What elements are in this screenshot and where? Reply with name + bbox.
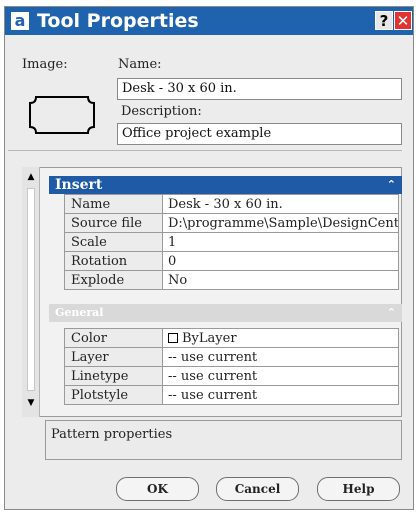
table-row: Plotstyle -- use current [64,385,399,405]
ok-button[interactable]: OK [116,477,199,501]
cancel-button[interactable]: Cancel [216,477,299,501]
table-row: Explode No [64,270,399,290]
general-properties-table: Color ByLayer Layer -- use current Linet… [64,328,399,405]
title-bar[interactable]: a Tool Properties ? ✕ [5,7,413,35]
table-row: Linetype -- use current [64,366,399,386]
property-value[interactable]: -- use current [162,366,399,386]
description-label: Description: [121,104,202,119]
scrollbar-thumb[interactable] [27,188,35,391]
table-row: Source file D:\programme\Sample\DesignCe… [64,213,399,233]
name-label: Name: [118,57,162,72]
property-value[interactable]: 0 [162,251,399,271]
table-row: Name Desk - 30 x 60 in. [64,194,399,214]
general-section-title: General [55,306,104,319]
insert-section-header[interactable]: Insert ⌃ [49,176,402,194]
property-name: Color [64,328,163,348]
scroll-down-icon[interactable]: ▼ [24,396,38,410]
property-name: Linetype [64,366,163,386]
property-value[interactable]: D:\programme\Sample\DesignCenter\... [162,213,399,233]
color-swatch-icon [168,332,178,343]
scroll-up-icon[interactable]: ▲ [24,170,38,184]
close-icon[interactable]: ✕ [394,11,412,30]
property-name: Layer [64,347,163,367]
image-label: Image: [22,57,68,72]
property-name: Explode [64,270,163,290]
property-name: Rotation [64,251,163,271]
property-name: Name [64,194,163,214]
block-preview-image [29,96,95,134]
help-icon[interactable]: ? [375,11,393,30]
insert-section-title: Insert [55,177,103,193]
table-row: Rotation 0 [64,251,399,271]
property-value[interactable]: ByLayer [162,328,399,348]
general-section-header[interactable]: General ⌃ [49,304,402,322]
property-value[interactable]: Desk - 30 x 60 in. [162,194,399,214]
property-value[interactable]: -- use current [162,385,399,405]
table-row: Color ByLayer [64,328,399,348]
table-row: Scale 1 [64,232,399,252]
app-icon: a [10,11,30,31]
property-value[interactable]: -- use current [162,347,399,367]
description-field[interactable]: Office project example [117,123,402,145]
property-value[interactable]: No [162,270,399,290]
insert-properties-table: Name Desk - 30 x 60 in. Source file D:\p… [64,194,399,290]
property-name: Source file [64,213,163,233]
table-row: Layer -- use current [64,347,399,367]
collapse-general-icon[interactable]: ⌃ [387,304,396,322]
property-value[interactable]: 1 [162,232,399,252]
property-description-box: Pattern properties [45,420,402,460]
collapse-insert-icon[interactable]: ⌃ [387,176,396,194]
property-name: Plotstyle [64,385,163,405]
color-value: ByLayer [182,330,237,346]
divider [8,150,402,151]
help-button[interactable]: Help [317,477,400,501]
property-name: Scale [64,232,163,252]
window-title: Tool Properties [37,10,199,32]
name-field[interactable]: Desk - 30 x 60 in. [117,78,402,100]
